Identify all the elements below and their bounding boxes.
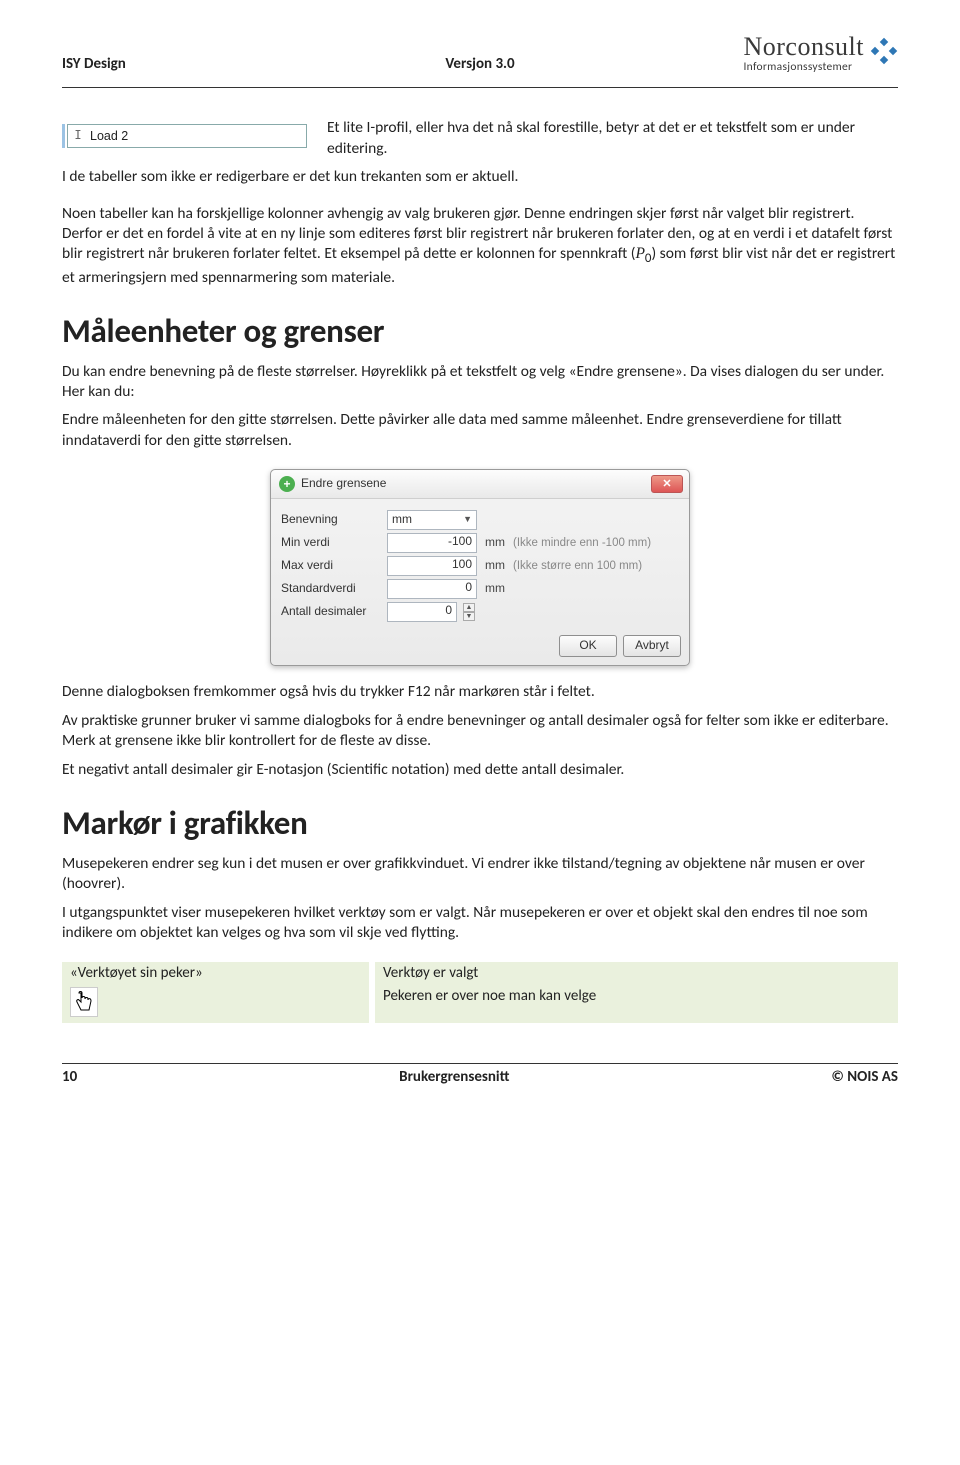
hand-cursor-cell bbox=[62, 985, 372, 1023]
editing-textfield-value: Load 2 bbox=[90, 128, 128, 145]
editing-textfield[interactable]: I Load 2 bbox=[67, 124, 307, 148]
benevning-select[interactable]: mm ▼ bbox=[387, 510, 477, 530]
dialog-title: Endre grensene bbox=[301, 476, 386, 492]
max-label: Max verdi bbox=[281, 558, 381, 574]
chevron-down-icon: ▼ bbox=[463, 514, 472, 526]
benevning-value: mm bbox=[392, 512, 412, 528]
header-rule bbox=[62, 87, 898, 88]
max-unit: mm bbox=[485, 558, 505, 574]
paragraph: Musepekeren endrer seg kun i det musen e… bbox=[62, 854, 898, 895]
header-version: Versjon 3.0 bbox=[341, 55, 620, 75]
cancel-button[interactable]: Avbryt bbox=[623, 635, 681, 657]
page-footer: 10 Brukergrensesnitt © NOIS AS bbox=[62, 1068, 898, 1098]
table-row: «Verktøyet sin peker» Verktøy er valgt bbox=[62, 962, 898, 986]
tool-selected-text: Verktøy er valgt bbox=[372, 962, 898, 986]
page-header: ISY Design Versjon 3.0 Norconsult Inform… bbox=[62, 34, 898, 81]
ok-button[interactable]: OK bbox=[559, 635, 617, 657]
text-cursor-icon: I bbox=[72, 128, 84, 144]
close-icon: ✕ bbox=[662, 477, 671, 492]
chevron-up-icon: ▲ bbox=[463, 603, 475, 612]
close-button[interactable]: ✕ bbox=[651, 475, 683, 493]
paragraph: Noen tabeller kan ha forskjellige kolonn… bbox=[62, 204, 898, 289]
hover-selectable-text: Pekeren er over noe man kan velge bbox=[372, 985, 898, 1023]
min-hint: (Ikke mindre enn -100 mm) bbox=[513, 536, 651, 551]
paragraph: Endre måleenheten for den gitte størrels… bbox=[62, 410, 898, 451]
min-input[interactable]: -100 bbox=[387, 533, 477, 553]
max-input[interactable]: 100 bbox=[387, 556, 477, 576]
section-heading-units: Måleenheter og grenser bbox=[62, 310, 898, 354]
std-label: Standardverdi bbox=[281, 581, 381, 597]
paragraph: Du kan endre benevning på de fleste stør… bbox=[62, 362, 898, 403]
page-number: 10 bbox=[62, 1068, 77, 1088]
dec-input[interactable]: 0 bbox=[387, 602, 457, 622]
header-left: ISY Design bbox=[62, 55, 341, 75]
min-unit: mm bbox=[485, 535, 505, 551]
dec-spinner[interactable]: ▲ ▼ bbox=[463, 603, 475, 621]
paragraph: Av praktiske grunner bruker vi samme dia… bbox=[62, 711, 898, 752]
logo-text: Norconsult bbox=[743, 34, 864, 60]
dialog-titlebar: + Endre grensene ✕ bbox=[271, 470, 689, 499]
cursor-table: «Verktøyet sin peker» Verktøy er valgt P… bbox=[62, 962, 898, 1024]
logo-subtext: Informasjonssystemer bbox=[743, 60, 864, 75]
header-logo: Norconsult Informasjonssystemer bbox=[619, 34, 898, 75]
std-unit: mm bbox=[485, 581, 505, 597]
paragraph: Et negativt antall desimaler gir E-notas… bbox=[62, 760, 898, 780]
math-symbol: P bbox=[635, 245, 644, 262]
limits-dialog: + Endre grensene ✕ Benevning mm ▼ Min ve… bbox=[270, 469, 690, 666]
editing-field-figure: I Load 2 bbox=[62, 124, 307, 148]
hand-cursor-icon bbox=[70, 987, 98, 1017]
paragraph: I de tabeller som ikke er redigerbare er… bbox=[62, 167, 898, 187]
plus-icon: + bbox=[279, 476, 295, 492]
table-row: Pekeren er over noe man kan velge bbox=[62, 985, 898, 1023]
std-input[interactable]: 0 bbox=[387, 579, 477, 599]
footer-copyright: © NOIS AS bbox=[831, 1068, 898, 1088]
tool-pointer-label: «Verktøyet sin peker» bbox=[62, 962, 372, 986]
footer-title: Brukergrensesnitt bbox=[399, 1068, 509, 1088]
paragraph: Denne dialogboksen fremkommer også hvis … bbox=[62, 682, 898, 702]
dec-label: Antall desimaler bbox=[281, 604, 381, 620]
paragraph: I utgangspunktet viser musepekeren hvilk… bbox=[62, 903, 898, 944]
benevning-label: Benevning bbox=[281, 512, 381, 528]
chevron-down-icon: ▼ bbox=[463, 612, 475, 621]
min-label: Min verdi bbox=[281, 535, 381, 551]
max-hint: (Ikke større enn 100 mm) bbox=[513, 559, 642, 574]
section-heading-cursor: Markør i grafikken bbox=[62, 802, 898, 846]
footer-rule bbox=[62, 1063, 898, 1064]
logo-icon bbox=[870, 37, 898, 71]
